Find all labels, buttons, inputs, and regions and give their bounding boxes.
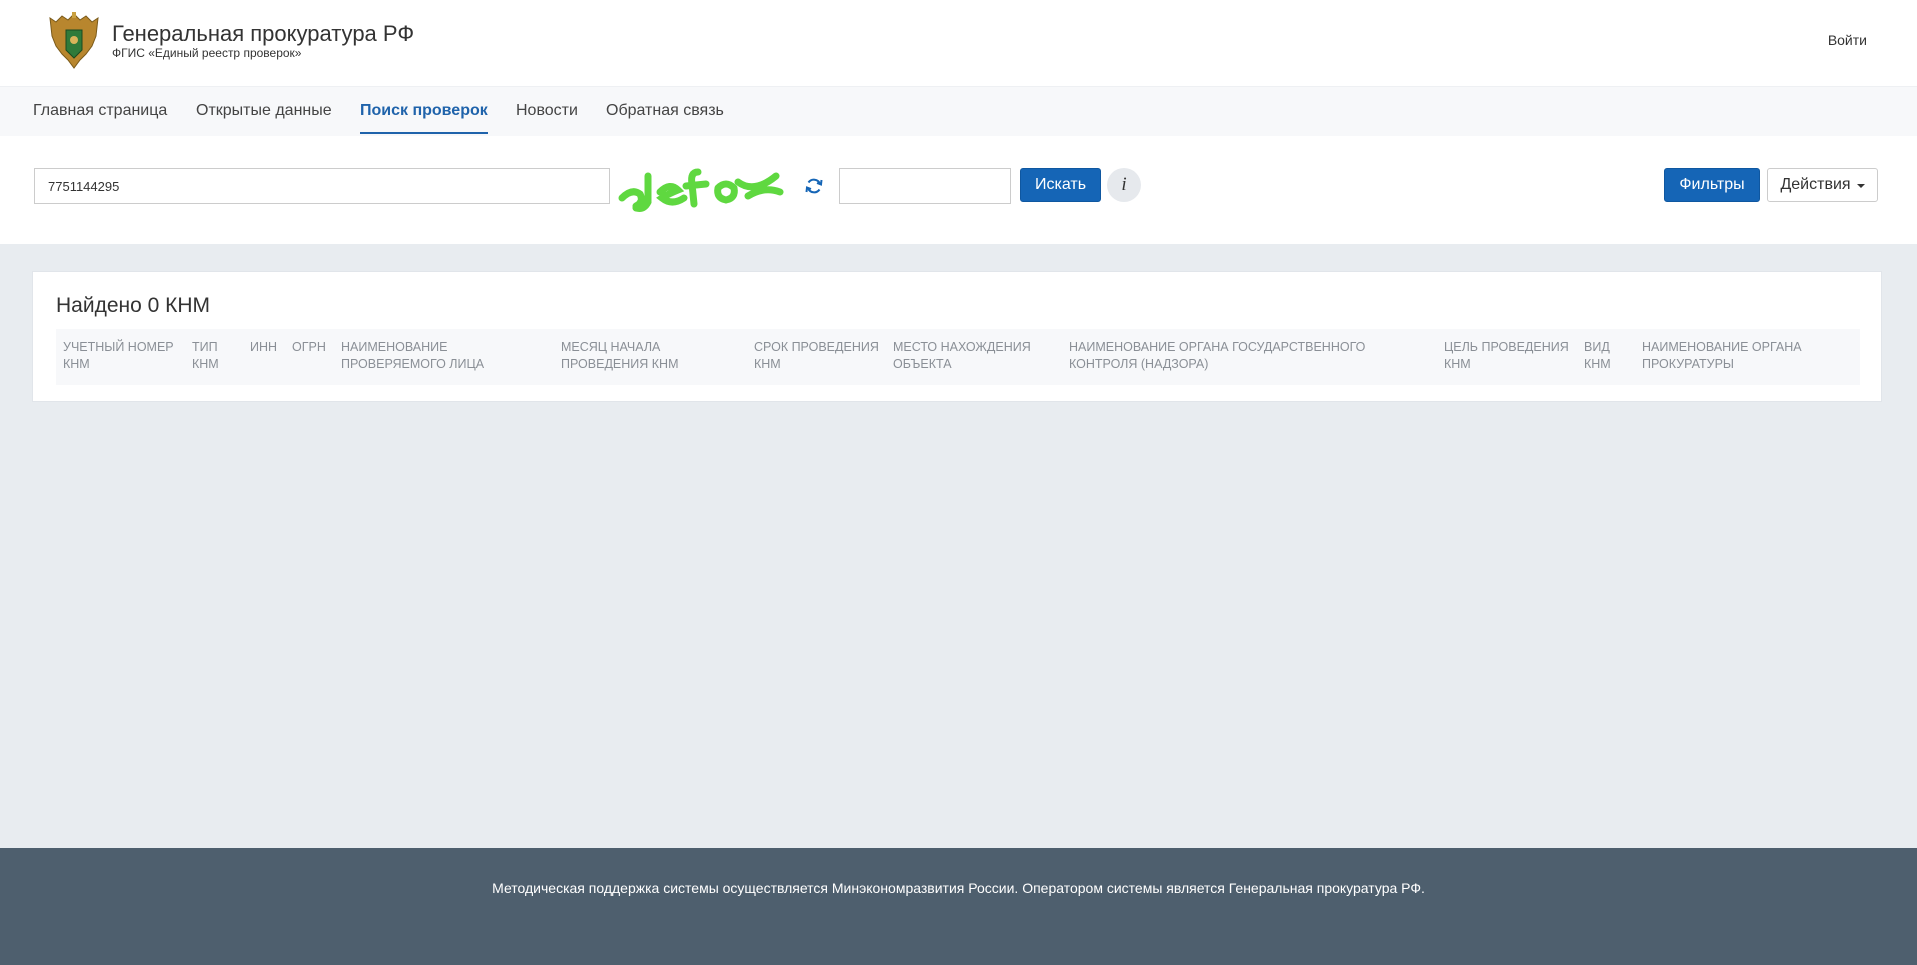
nav-item-open-data[interactable]: Открытые данные [196,102,332,132]
actions-dropdown[interactable]: Действия [1767,168,1878,202]
emblem-eagle-icon [49,12,99,69]
site-header: Генеральная прокуратура РФ ФГИС «Единый … [0,0,1917,86]
caret-down-icon [1856,184,1865,188]
column-header[interactable]: ОГРН [292,339,334,356]
column-header[interactable]: ВИД КНМ [1584,339,1634,373]
nav-item-home[interactable]: Главная страница [33,102,167,132]
column-header[interactable]: НАИМЕНОВАНИЕ ОРГАНА ПРОКУРАТУРЫ [1642,339,1822,373]
actions-label: Действия [1780,176,1851,193]
column-header[interactable]: МЕСТО НАХОЖДЕНИЯ ОБЪЕКТА [893,339,1053,373]
column-header[interactable]: УЧЕТНЫЙ НОМЕР КНМ [63,339,183,373]
main-nav: Главная страница Открытые данные Поиск п… [0,86,1917,136]
results-panel: Найдено 0 КНМ УЧЕТНЫЙ НОМЕР КНМ ТИП КНМ … [32,271,1882,402]
info-button[interactable]: i [1107,168,1141,202]
filters-button[interactable]: Фильтры [1664,168,1760,202]
login-link[interactable]: Войти [1828,32,1867,48]
column-header[interactable]: НАИМЕНОВАНИЕ ПРОВЕРЯЕМОГО ЛИЦА [341,339,521,373]
column-header[interactable]: СРОК ПРОВЕДЕНИЯ КНМ [754,339,884,373]
search-button[interactable]: Искать [1020,168,1101,202]
captcha-input[interactable] [839,168,1011,204]
search-bar: Искать i Фильтры Действия [0,136,1917,244]
column-header[interactable]: ЦЕЛЬ ПРОВЕДЕНИЯ КНМ [1444,339,1574,373]
footer-text: Методическая поддержка системы осуществл… [492,880,1425,896]
nav-item-search[interactable]: Поиск проверок [360,102,488,134]
refresh-icon[interactable] [804,176,824,196]
column-header[interactable]: ТИП КНМ [192,339,238,373]
column-header[interactable]: ИНН [250,339,286,356]
results-table-header: УЧЕТНЫЙ НОМЕР КНМ ТИП КНМ ИНН ОГРН НАИМЕ… [56,329,1860,385]
brand-title: Генеральная прокуратура РФ [112,21,415,46]
column-header[interactable]: НАИМЕНОВАНИЕ ОРГАНА ГОСУДАРСТВЕННОГО КОН… [1069,339,1409,373]
brand-subtitle: ФГИС «Единый реестр проверок» [112,46,302,60]
results-count: Найдено 0 КНМ [56,294,211,317]
nav-item-feedback[interactable]: Обратная связь [606,102,724,132]
captcha-image [618,168,784,212]
search-input[interactable] [34,168,610,204]
site-footer: Методическая поддержка системы осуществл… [0,848,1917,965]
column-header[interactable]: МЕСЯЦ НАЧАЛА ПРОВЕДЕНИЯ КНМ [561,339,711,373]
nav-item-news[interactable]: Новости [516,102,578,132]
